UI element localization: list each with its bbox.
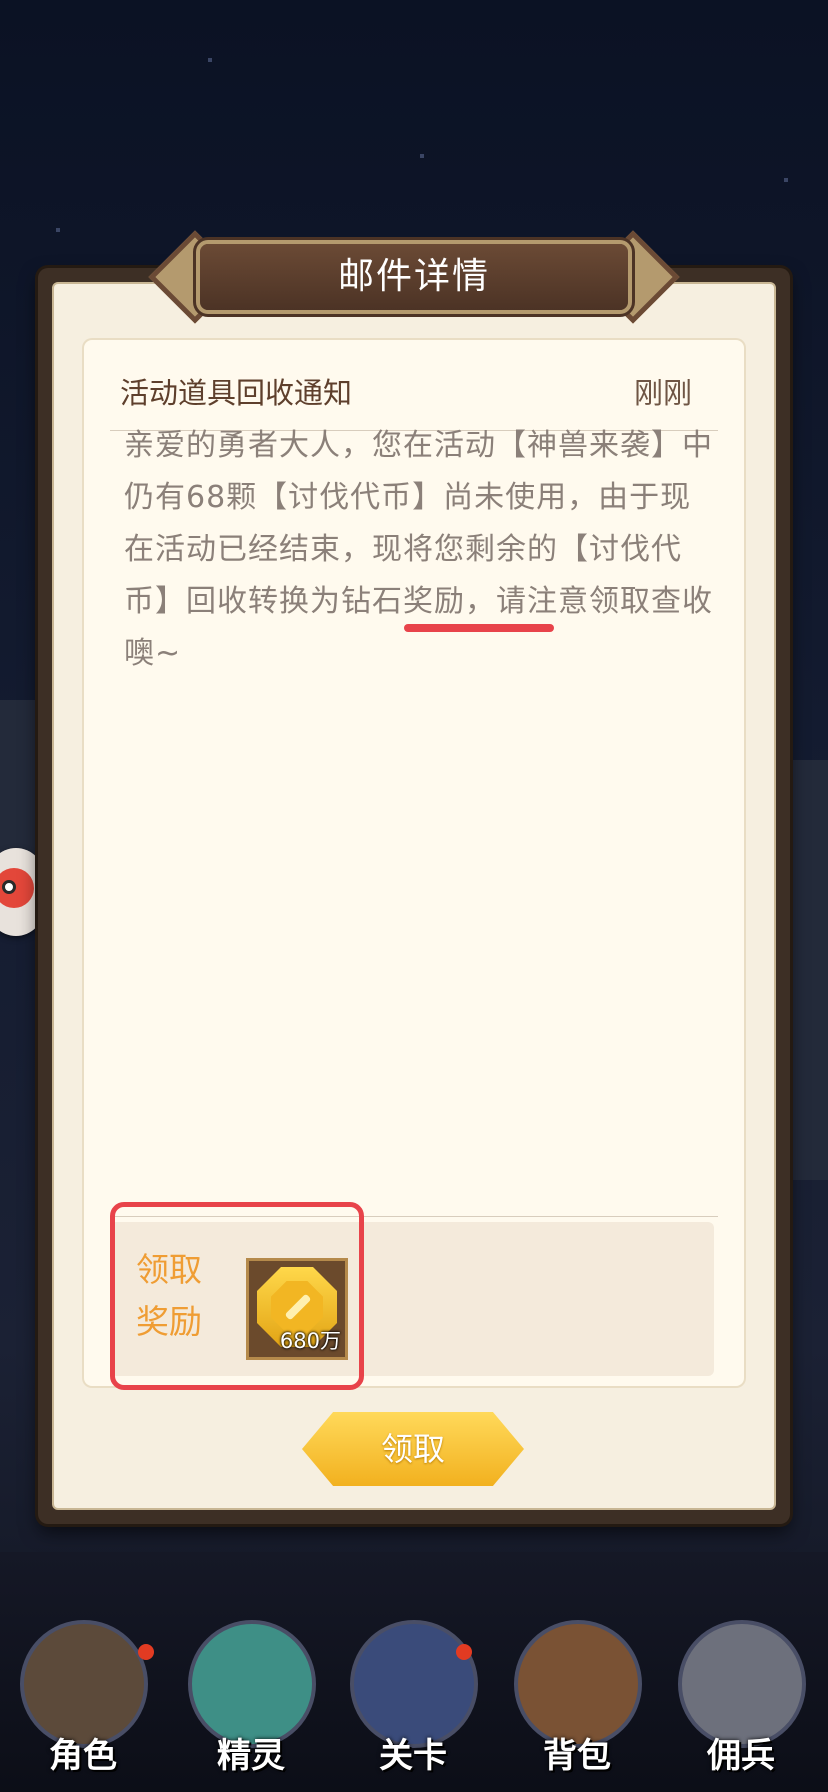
nav-label: 背包 [543, 1736, 611, 1776]
nav-label: 精灵 [217, 1736, 285, 1776]
nav-item-character[interactable]: 角色 [8, 1600, 158, 1792]
nav-item-spirit[interactable]: 精灵 [176, 1600, 326, 1792]
mail-body: 亲爱的勇者大人，您在活动【神兽来袭】中仍有68颗【讨伐代币】尚未使用，由于现在活… [124, 428, 713, 671]
background-scenery [0, 700, 40, 860]
background-star [56, 228, 60, 232]
background-star [208, 58, 212, 62]
mail-subject: 活动道具回收通知 [120, 376, 353, 410]
claim-button[interactable]: 领取 [302, 1412, 524, 1486]
background-star [784, 178, 788, 182]
nav-label: 佣兵 [707, 1736, 775, 1776]
background-star [420, 154, 424, 158]
nav-label: 关卡 [379, 1736, 447, 1776]
mail-time: 刚刚 [633, 376, 692, 410]
annotation-underline [404, 624, 554, 632]
panel-title: 邮件详情 [337, 256, 490, 297]
nav-item-mercenary[interactable]: 佣兵 [666, 1600, 816, 1792]
nav-label: 角色 [49, 1736, 117, 1776]
notification-dot [138, 1644, 154, 1660]
nav-item-stage[interactable]: 关卡 [338, 1600, 488, 1792]
nav-item-backpack[interactable]: 背包 [502, 1600, 652, 1792]
notification-dot [456, 1644, 472, 1660]
mascot-eye [2, 880, 16, 894]
annotation-circle [110, 1202, 364, 1390]
background-scenery [790, 760, 828, 1180]
